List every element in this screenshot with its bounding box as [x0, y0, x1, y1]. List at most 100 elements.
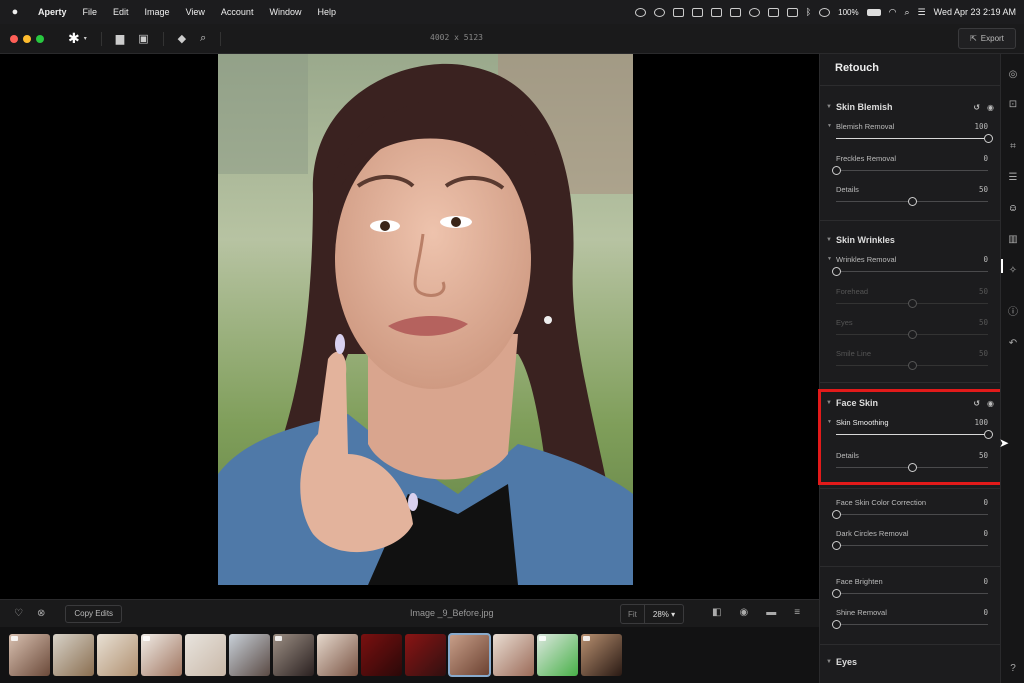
- image-import-icon[interactable]: ▣: [138, 32, 148, 45]
- slider-knob[interactable]: [832, 620, 841, 629]
- slider-knob[interactable]: [832, 589, 841, 598]
- minimize-window-button[interactable]: [23, 34, 31, 43]
- slider-track[interactable]: [836, 593, 988, 594]
- fit-button[interactable]: Fit: [621, 605, 645, 623]
- slider-knob[interactable]: [832, 267, 841, 276]
- slider-track[interactable]: [836, 545, 988, 546]
- slider-knob[interactable]: [908, 197, 917, 206]
- preview-eye-icon[interactable]: ◉: [739, 607, 748, 618]
- photo-canvas[interactable]: [0, 54, 819, 599]
- filmstrip-thumbnail[interactable]: [537, 634, 578, 676]
- slider-freckles-removal[interactable]: Freckles Removal 0: [826, 154, 988, 180]
- menu-edit[interactable]: Edit: [105, 7, 137, 17]
- retouch-icon[interactable]: ☺: [1006, 202, 1020, 216]
- spotlight-search-icon[interactable]: ⌕: [904, 7, 909, 18]
- sort-icon[interactable]: ≡: [794, 607, 800, 618]
- slider-wrinkles-removal[interactable]: ▼ Wrinkles Removal 0: [826, 255, 988, 281]
- filmstrip-thumbnail[interactable]: [581, 634, 622, 676]
- slider-value[interactable]: 0: [983, 255, 988, 264]
- wifi-icon[interactable]: ◠: [889, 7, 897, 18]
- tray-airplay-icon[interactable]: [786, 7, 798, 17]
- menu-clock[interactable]: Wed Apr 23 2:19 AM: [934, 7, 1016, 17]
- section-eyes[interactable]: ▼ Eyes: [826, 655, 994, 669]
- filmstrip-thumbnail[interactable]: [317, 634, 358, 676]
- filmstrip-thumbnail[interactable]: [361, 634, 402, 676]
- filmstrip-thumbnail[interactable]: [493, 634, 534, 676]
- filmstrip-thumbnail[interactable]: [229, 634, 270, 676]
- help-icon[interactable]: ?: [1006, 662, 1020, 676]
- battery-indicator[interactable]: 100%: [838, 8, 858, 17]
- bluetooth-icon[interactable]: ᛒ: [806, 7, 811, 17]
- slider-track[interactable]: [836, 271, 988, 272]
- slider-blemish-details[interactable]: Details 50: [826, 185, 988, 211]
- menu-image[interactable]: Image: [137, 7, 178, 17]
- menu-view[interactable]: View: [178, 7, 213, 17]
- crop-icon[interactable]: ⌗: [1006, 140, 1020, 154]
- close-window-button[interactable]: [10, 34, 18, 43]
- slider-knob[interactable]: [832, 166, 841, 175]
- slider-blemish-removal[interactable]: ▼ Blemish Removal 100: [826, 122, 993, 148]
- slider-value[interactable]: 50: [979, 185, 988, 194]
- collapse-caret-icon[interactable]: ▼: [826, 237, 836, 243]
- filmstrip-thumbnail[interactable]: [9, 634, 50, 676]
- face-detect-icon[interactable]: ⊡: [1006, 98, 1020, 112]
- zoom-dropdown[interactable]: 28% ▾: [645, 605, 683, 623]
- presets-icon[interactable]: ◎: [1006, 68, 1020, 82]
- tray-tool-icon[interactable]: [672, 7, 684, 17]
- slider-dark-circles-removal[interactable]: Dark Circles Removal 0: [826, 529, 988, 555]
- history-undo-icon[interactable]: ↶: [1006, 337, 1020, 351]
- slider-face-brighten[interactable]: Face Brighten 0: [826, 577, 988, 603]
- app-menu[interactable]: Aperty: [30, 7, 75, 17]
- slider-value[interactable]: 0: [983, 154, 988, 163]
- body-icon[interactable]: ▥: [1006, 233, 1020, 247]
- filmstrip-thumbnail[interactable]: [273, 634, 314, 676]
- tray-arc-icon[interactable]: [748, 7, 760, 17]
- slider-knob[interactable]: [984, 134, 993, 143]
- slider-expand-caret-icon[interactable]: ▼: [827, 256, 832, 262]
- reject-icon[interactable]: ⊗: [37, 608, 45, 619]
- adjustments-icon[interactable]: ☰: [1006, 171, 1020, 185]
- menu-account[interactable]: Account: [213, 7, 262, 17]
- slider-value[interactable]: 0: [983, 577, 988, 586]
- slider-value[interactable]: 0: [983, 498, 988, 507]
- export-button[interactable]: ⇱ Export: [958, 28, 1016, 49]
- slider-knob[interactable]: [832, 541, 841, 550]
- slider-face-skin-color-correction[interactable]: Face Skin Color Correction 0: [826, 498, 988, 524]
- filmstrip[interactable]: [0, 627, 819, 683]
- slider-shine-removal[interactable]: Shine Removal 0: [826, 608, 988, 634]
- menu-window[interactable]: Window: [261, 7, 309, 17]
- filmstrip-thumbnail-selected[interactable]: [448, 633, 491, 677]
- chevron-down-icon[interactable]: ▾: [84, 35, 87, 42]
- filmstrip-thumbnail[interactable]: [141, 634, 182, 676]
- slider-expand-caret-icon[interactable]: ▼: [827, 123, 832, 129]
- magic-wand-icon[interactable]: ✱: [68, 30, 80, 47]
- tray-play-icon[interactable]: [819, 7, 831, 17]
- folder-icon[interactable]: ▆: [116, 32, 124, 45]
- zoom-icon[interactable]: ⌕: [200, 32, 206, 45]
- filmstrip-toggle-icon[interactable]: ▬: [766, 607, 776, 618]
- tray-creative-cloud-icon[interactable]: [653, 7, 665, 17]
- collapse-caret-icon[interactable]: ▼: [826, 104, 836, 110]
- heart-icon[interactable]: ♡: [14, 608, 23, 619]
- info-icon[interactable]: ⓘ: [1006, 306, 1020, 320]
- section-skin-wrinkles[interactable]: ▼ Skin Wrinkles: [826, 233, 994, 247]
- copy-edits-button[interactable]: Copy Edits: [65, 604, 123, 623]
- slider-value[interactable]: 0: [983, 608, 988, 617]
- menu-help[interactable]: Help: [309, 7, 344, 17]
- control-center-icon[interactable]: ☰: [918, 7, 926, 18]
- filmstrip-thumbnail[interactable]: [185, 634, 226, 676]
- slider-value[interactable]: 0: [983, 529, 988, 538]
- tray-record-icon[interactable]: [634, 7, 646, 17]
- filmstrip-thumbnail[interactable]: [97, 634, 138, 676]
- apple-menu-icon[interactable]: ●: [0, 6, 30, 18]
- slider-track[interactable]: [836, 624, 988, 625]
- filmstrip-thumbnail[interactable]: [405, 634, 446, 676]
- collapse-caret-icon[interactable]: ▼: [826, 659, 836, 665]
- tray-screen-icon[interactable]: [729, 7, 741, 17]
- eraser-icon[interactable]: ◆: [178, 32, 186, 45]
- slider-track[interactable]: [836, 514, 988, 515]
- compare-split-icon[interactable]: ◧: [712, 607, 721, 618]
- slider-track[interactable]: [836, 170, 988, 171]
- tray-photos-icon[interactable]: [710, 7, 722, 17]
- slider-value[interactable]: 100: [974, 122, 988, 131]
